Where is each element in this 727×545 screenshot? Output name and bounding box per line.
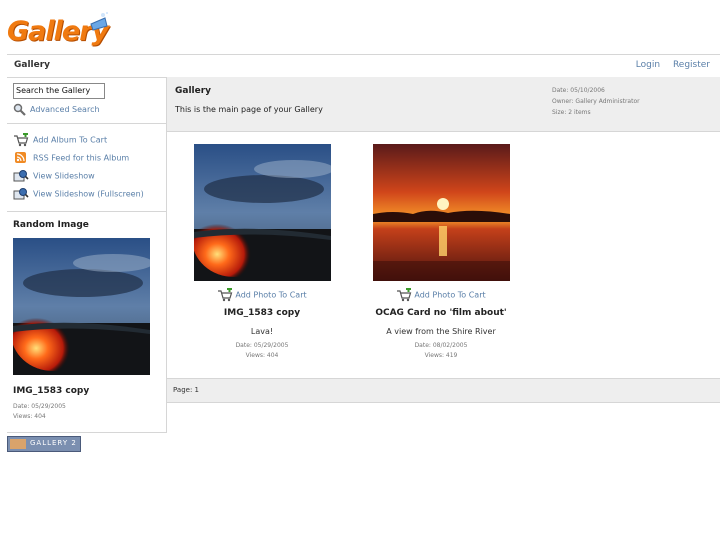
item-views: Views: 404 <box>245 352 279 359</box>
add-photo-to-cart-link[interactable]: Add Photo To Cart <box>187 288 337 302</box>
add-photo-to-cart-label: Add Photo To Cart <box>414 290 486 300</box>
random-image-views: Views: 404 <box>13 413 46 420</box>
item-description: Lava! <box>250 327 274 336</box>
sidebar-divider <box>7 211 166 212</box>
item-date: Date: 05/29/2005 <box>235 342 289 349</box>
random-image-title[interactable]: IMG_1583 copy <box>13 386 89 396</box>
album-info: Date: 05/10/2006 Owner: Gallery Administ… <box>552 85 640 118</box>
gallery-item: Add Photo To Cart OCAG Card no 'film abo… <box>366 144 516 361</box>
item-thumbnail[interactable] <box>193 144 331 281</box>
pager-text: Page: 1 <box>173 386 199 394</box>
add-album-to-cart-label: Add Album To Cart <box>33 135 108 145</box>
album-size: Size: 2 items <box>552 109 591 116</box>
rss-feed-link[interactable]: RSS Feed for this Album <box>13 151 129 165</box>
pager-current-page: 1 <box>194 386 200 394</box>
register-link[interactable]: Register <box>673 60 710 70</box>
view-slideshow-fullscreen-link[interactable]: View Slideshow (Fullscreen) <box>13 187 144 201</box>
item-thumbnail[interactable] <box>372 144 510 281</box>
add-photo-to-cart-link[interactable]: Add Photo To Cart <box>366 288 516 302</box>
search-input[interactable] <box>13 83 105 99</box>
advanced-search-label: Advanced Search <box>30 105 100 114</box>
random-image-heading: Random Image <box>13 220 89 230</box>
top-navigation-bar: Gallery Login Register <box>7 54 720 78</box>
magnifier-icon <box>13 103 26 116</box>
badge-text: GALLERY 2 <box>30 439 77 447</box>
slideshow-fullscreen-icon <box>13 188 29 200</box>
item-title[interactable]: IMG_1583 copy <box>187 308 337 318</box>
gallery-logo[interactable]: Gallery <box>7 10 109 54</box>
random-image-date: Date: 05/29/2005 <box>13 403 66 410</box>
cart-add-icon <box>218 288 233 302</box>
item-description: A view from the Shire River <box>386 327 496 336</box>
rss-icon <box>15 152 26 163</box>
cart-add-icon <box>397 288 412 302</box>
slideshow-icon <box>13 170 29 182</box>
add-album-to-cart-link[interactable]: Add Album To Cart <box>13 133 107 147</box>
album-header: Gallery This is the main page of your Ga… <box>167 77 720 132</box>
gallery-item: Add Photo To Cart IMG_1583 copy Lava! Da… <box>187 144 337 361</box>
advanced-search-link[interactable]: Advanced Search <box>13 103 100 116</box>
item-date: Date: 08/02/2005 <box>414 342 468 349</box>
sidebar: Advanced Search Add Album To Cart RSS Fe… <box>7 77 167 433</box>
album-title: Gallery <box>175 86 212 96</box>
cart-add-icon <box>14 133 29 147</box>
item-meta: Date: 08/02/2005 Views: 419 <box>366 341 516 361</box>
random-image-meta: Date: 05/29/2005 Views: 404 <box>13 402 66 422</box>
random-image-thumbnail[interactable] <box>13 238 150 375</box>
view-slideshow-fullscreen-label: View Slideshow (Fullscreen) <box>33 189 144 199</box>
item-meta: Date: 05/29/2005 Views: 404 <box>187 341 337 361</box>
breadcrumb[interactable]: Gallery <box>14 60 50 70</box>
badge-face-icon <box>10 439 26 449</box>
camera-sparkle-icon <box>90 12 108 31</box>
view-slideshow-link[interactable]: View Slideshow <box>13 169 95 183</box>
gallery-2-badge[interactable]: GALLERY 2 <box>7 436 81 452</box>
item-title[interactable]: OCAG Card no 'film about' <box>366 308 516 318</box>
login-link[interactable]: Login <box>636 60 660 70</box>
rss-feed-label: RSS Feed for this Album <box>33 153 130 163</box>
album-date: Date: 05/10/2006 <box>552 87 605 94</box>
user-links: Login Register <box>626 60 710 70</box>
add-photo-to-cart-label: Add Photo To Cart <box>235 290 307 300</box>
sidebar-divider <box>7 123 166 124</box>
pager-label: Page: <box>173 386 193 394</box>
pager: Page: 1 <box>167 378 720 403</box>
album-owner: Owner: Gallery Administrator <box>552 98 640 105</box>
item-views: Views: 419 <box>424 352 458 359</box>
album-description: This is the main page of your Gallery <box>175 105 323 114</box>
view-slideshow-label: View Slideshow <box>33 171 95 181</box>
